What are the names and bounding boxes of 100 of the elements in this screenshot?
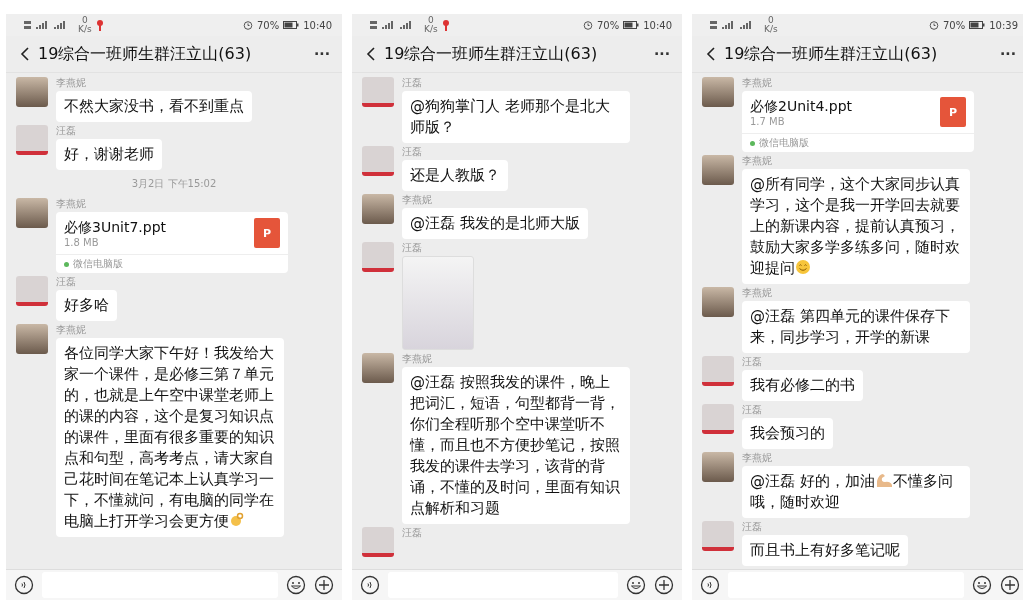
app-dot-icon xyxy=(750,140,755,146)
file-source: 微信电脑版 xyxy=(73,257,123,271)
avatar-photo[interactable] xyxy=(702,452,734,482)
avatar-image[interactable] xyxy=(362,146,394,176)
net-speed: 0 xyxy=(427,16,434,25)
avatar-image[interactable] xyxy=(702,404,734,434)
message-bubble[interactable]: 各位同学大家下午好！我发给大家一个课件，是必修三第７单元的，也就是上午空中课堂老师上的课的内容，这个是复习知识点的课件，里面有很多重要的知识点和句型，高考考点，请大家自己花时间在笔记本上认真学习一下，不懂就问，有电脑的同学在电脑上打开学习会更方便 xyxy=(56,338,284,537)
avatar-image[interactable] xyxy=(16,125,48,155)
avatar-image[interactable] xyxy=(702,521,734,551)
sender-name: 汪磊 xyxy=(56,125,77,137)
file-size: 1.7 MB xyxy=(750,115,786,127)
file-name: 必修2Unit4.ppt xyxy=(750,97,854,116)
message-bubble[interactable]: @狗狗掌门人 老师那个是北大师版？ xyxy=(402,91,630,143)
clock-time: 10:40 xyxy=(303,19,332,31)
more-button[interactable]: ··· xyxy=(314,46,330,62)
ppt-file-icon: P xyxy=(254,218,280,248)
avatar-image[interactable] xyxy=(362,242,394,272)
file-card[interactable]: 必修3Unit7.ppt 1.8 MB P 微信电脑版 xyxy=(56,212,288,273)
net-speed-unit: K/s xyxy=(78,25,92,34)
sender-name: 汪磊 xyxy=(402,527,422,539)
plus-icon[interactable] xyxy=(314,575,334,595)
message-bubble[interactable]: @汪磊 我发的是北师大版 xyxy=(402,208,588,239)
message-bubble[interactable]: 还是人教版？ xyxy=(402,160,508,191)
avatar-photo[interactable] xyxy=(16,77,48,107)
avatar-photo[interactable] xyxy=(16,198,48,228)
avatar-photo[interactable] xyxy=(702,77,734,107)
message-bubble[interactable]: @所有同学，这个大家同步认真学习，这个是我一开学回去就要上的新课内容，提前认真预习，鼓励大家多学多练多问，随时欢迎提问 xyxy=(742,169,970,284)
sender-name: 汪磊 xyxy=(56,276,77,288)
emoji-icon[interactable] xyxy=(286,575,306,595)
sender-name: 李燕妮 xyxy=(742,287,773,299)
flexed-arm-icon xyxy=(874,472,893,488)
message-bubble[interactable]: 而且书上有好多笔记呢 xyxy=(742,535,908,566)
net-speed: 0 xyxy=(767,16,774,25)
back-icon[interactable] xyxy=(366,46,376,62)
sender-name: 汪磊 xyxy=(742,356,763,368)
sender-name: 李燕妮 xyxy=(742,77,773,89)
message-bubble[interactable]: 不然大家没书，看不到重点 xyxy=(56,91,252,122)
sender-name: 李燕妮 xyxy=(56,77,87,89)
chat-title: 19综合一班师生群汪立山(63) xyxy=(384,43,599,65)
sender-name: 汪磊 xyxy=(742,521,763,533)
sender-name: 李燕妮 xyxy=(402,194,433,206)
sender-name: 汪磊 xyxy=(402,77,423,89)
avatar-photo[interactable] xyxy=(702,155,734,185)
net-speed-unit: K/s xyxy=(764,25,778,34)
message-bubble[interactable]: @汪磊 第四单元的课件保存下来，同步学习，开学的新课 xyxy=(742,301,970,353)
file-name: 必修3Unit7.ppt xyxy=(64,218,168,237)
voice-icon[interactable] xyxy=(360,575,380,595)
message-bubble[interactable]: 我有必修二的书 xyxy=(742,370,863,401)
sender-name: 汪磊 xyxy=(402,146,423,158)
battery-icon xyxy=(283,21,300,29)
sender-name: 汪磊 xyxy=(742,404,763,416)
alarm-icon xyxy=(582,20,593,30)
battery-percent: 70% xyxy=(256,19,280,31)
smiley-icon xyxy=(795,259,811,275)
file-size: 1.8 MB xyxy=(64,236,100,248)
back-icon[interactable] xyxy=(706,46,716,62)
battery-percent: 70% xyxy=(596,19,620,31)
avatar-photo[interactable] xyxy=(362,353,394,383)
avatar-image[interactable] xyxy=(362,527,394,557)
emoji-icon[interactable] xyxy=(626,575,646,595)
avatar-image[interactable] xyxy=(16,276,48,306)
net-speed-unit: K/s xyxy=(424,25,438,34)
avatar-image[interactable] xyxy=(702,356,734,386)
sender-name: 李燕妮 xyxy=(56,198,87,210)
more-button[interactable]: ··· xyxy=(654,46,670,62)
sender-name: 李燕妮 xyxy=(402,353,433,365)
plus-icon[interactable] xyxy=(654,575,674,595)
emoji-icon[interactable] xyxy=(972,575,992,595)
voice-icon[interactable] xyxy=(700,575,720,595)
message-bubble[interactable]: @汪磊 按照我发的课件，晚上把词汇，短语，句型都背一背，你们全程听那个空中课堂听不懂，而且也不方便抄笔记，按照我发的课件去学习，该背的背诵，不懂的及时问，里面有知识点解析和习题 xyxy=(402,367,630,524)
battery-icon xyxy=(623,21,640,29)
message-bubble[interactable]: 好，谢谢老师 xyxy=(56,139,162,170)
more-button[interactable]: ··· xyxy=(1000,46,1016,62)
sender-name: 汪磊 xyxy=(402,242,423,254)
avatar-photo[interactable] xyxy=(362,194,394,224)
file-source: 微信电脑版 xyxy=(759,136,809,150)
battery-icon xyxy=(969,21,986,29)
timestamp: 3月2日 下午15:02 xyxy=(131,177,217,191)
ppt-file-icon: P xyxy=(940,97,966,127)
back-icon[interactable] xyxy=(20,46,30,62)
battery-percent: 70% xyxy=(942,19,966,31)
plus-icon[interactable] xyxy=(1000,575,1020,595)
app-dot-icon xyxy=(64,261,69,267)
avatar-photo[interactable] xyxy=(16,324,48,354)
chat-title: 19综合一班师生群汪立山(63) xyxy=(38,43,253,65)
voice-icon[interactable] xyxy=(14,575,34,595)
avatar-image[interactable] xyxy=(362,77,394,107)
sender-name: 李燕妮 xyxy=(742,155,773,167)
clock-time: 10:39 xyxy=(989,19,1018,31)
avatar-photo[interactable] xyxy=(702,287,734,317)
net-speed: 0 xyxy=(81,16,88,25)
sender-name: 李燕妮 xyxy=(742,452,773,464)
message-bubble[interactable]: 我会预习的 xyxy=(742,418,833,449)
sender-name: 李燕妮 xyxy=(56,324,87,336)
message-bubble[interactable]: @汪磊 好的，加油 不懂多问哦，随时欢迎 xyxy=(742,466,970,518)
alarm-icon xyxy=(928,20,939,30)
file-card[interactable]: 必修2Unit4.ppt 1.7 MB P 微信电脑版 xyxy=(742,91,974,152)
message-bubble[interactable]: 好多哈 xyxy=(56,290,117,321)
chat-title: 19综合一班师生群汪立山(63) xyxy=(724,43,939,65)
clock-time: 10:40 xyxy=(643,19,672,31)
